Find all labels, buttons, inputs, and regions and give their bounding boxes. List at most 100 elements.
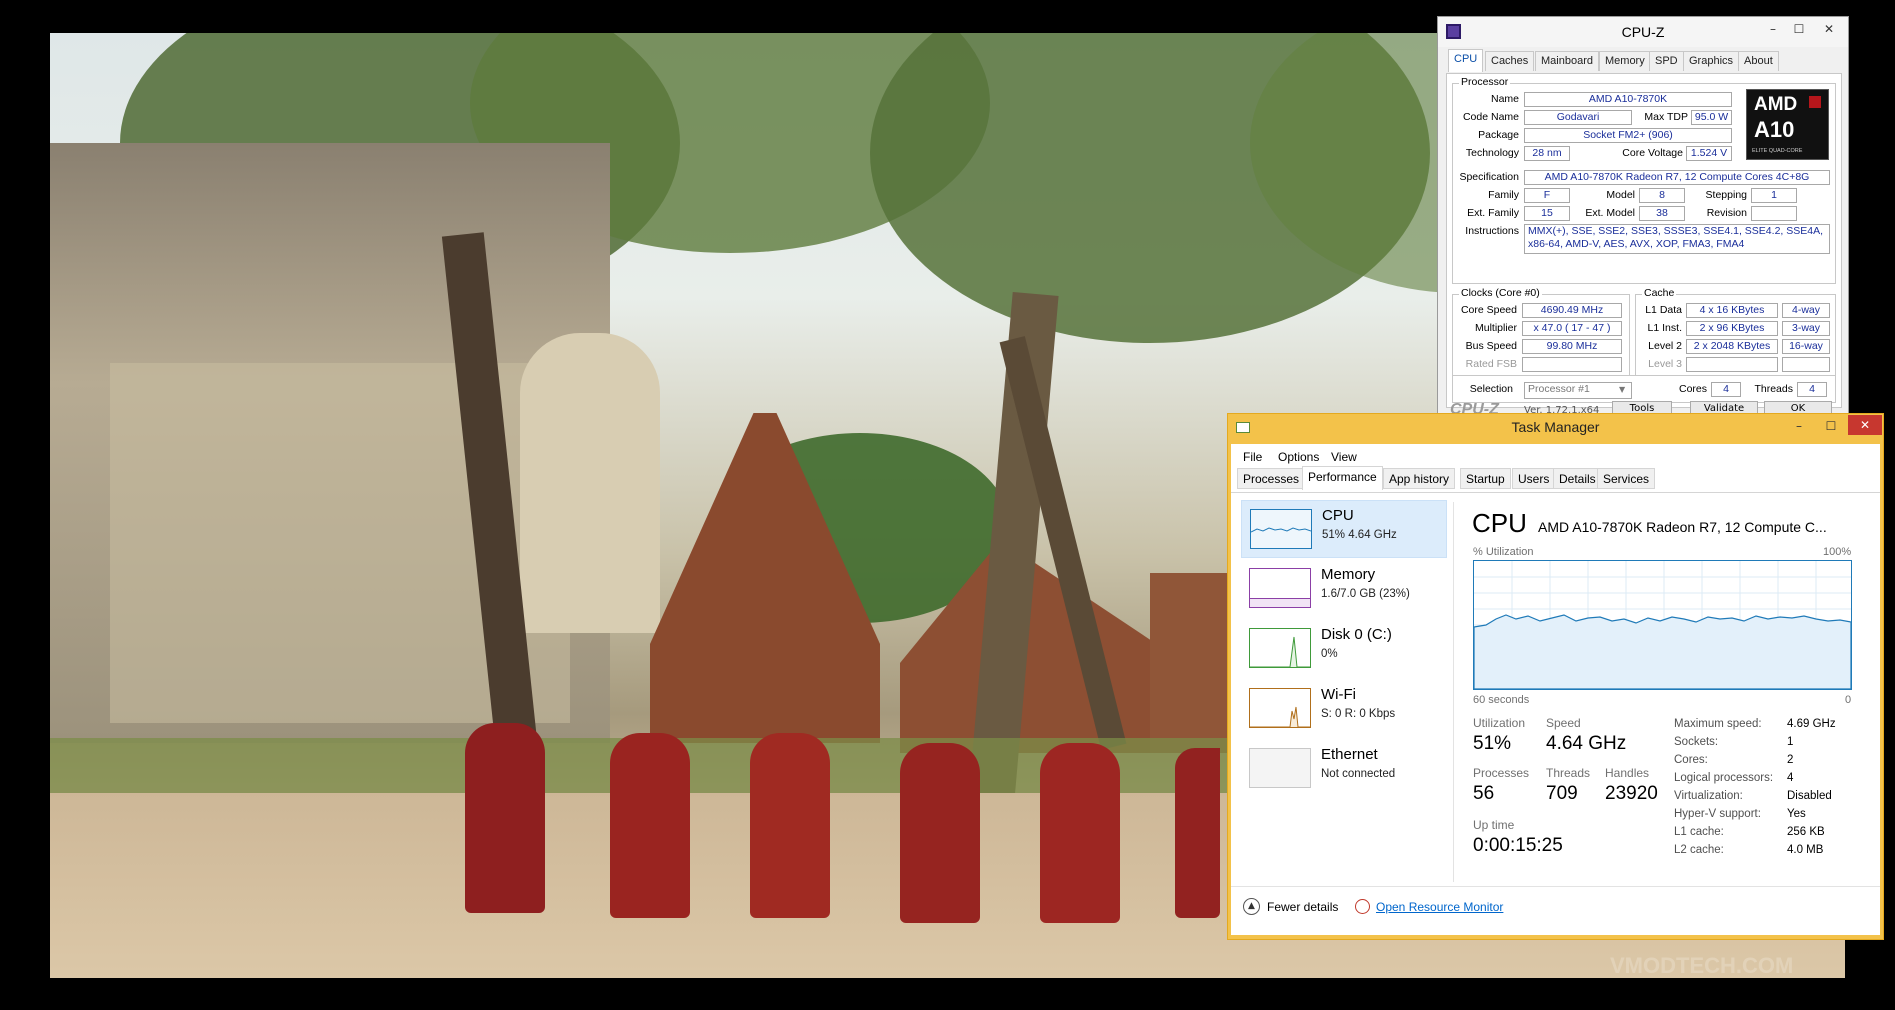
extmodel-value: 38: [1639, 206, 1685, 221]
codename-label: Code Name: [1462, 111, 1519, 123]
fewer-details-icon[interactable]: ▲: [1243, 898, 1260, 915]
corespeed-value: 4690.49 MHz: [1522, 303, 1622, 318]
tab-graphics[interactable]: Graphics: [1683, 51, 1740, 71]
cpu-sparkline: [1250, 527, 1312, 533]
instructions-label: Instructions: [1465, 225, 1519, 237]
busspeed-value: 99.80 MHz: [1522, 339, 1622, 354]
minimize-button[interactable]: –: [1784, 416, 1814, 436]
ratedfsb-label: Rated FSB: [1465, 358, 1517, 370]
memory-thumbnail: [1249, 568, 1311, 608]
minimize-button[interactable]: –: [1760, 19, 1786, 39]
logo-sub: ELITE QUAD-CORE: [1752, 148, 1803, 154]
sidebar-wifi-sub: S: 0 R: 0 Kbps: [1321, 708, 1396, 720]
spec-value-l2: 4.0 MB: [1787, 844, 1824, 856]
stepping-value: 1: [1751, 188, 1797, 203]
model-value: 8: [1639, 188, 1685, 203]
tab-mainboard[interactable]: Mainboard: [1535, 51, 1599, 71]
cores-value: 4: [1711, 382, 1741, 397]
extfamily-label: Ext. Family: [1467, 207, 1519, 219]
fewer-details-button[interactable]: Fewer details: [1267, 900, 1338, 914]
close-button[interactable]: ✕: [1848, 415, 1882, 435]
tab-about[interactable]: About: [1738, 51, 1779, 71]
busspeed-label: Bus Speed: [1465, 340, 1517, 352]
chevron-down-icon[interactable]: ▼: [1619, 385, 1625, 394]
tab-startup[interactable]: Startup: [1460, 468, 1511, 489]
name-value: AMD A10-7870K: [1524, 92, 1732, 107]
stepping-label: Stepping: [1705, 189, 1747, 201]
tm-titlebar[interactable]: Task Manager – ☐ ✕: [1228, 414, 1883, 442]
tab-app-history[interactable]: App history: [1383, 468, 1456, 489]
uptime-label: Up time: [1473, 818, 1515, 832]
uptime-value: 0:00:15:25: [1473, 835, 1563, 856]
multiplier-value: x 47.0 ( 17 - 47 ): [1522, 321, 1622, 336]
maximize-button[interactable]: ☐: [1786, 19, 1812, 39]
threads-value: 709: [1546, 783, 1578, 804]
revision-label: Revision: [1706, 207, 1747, 219]
ethernet-thumbnail: [1249, 748, 1311, 788]
sidebar-item-memory[interactable]: Memory 1.6/7.0 GB (23%): [1241, 560, 1447, 618]
model-label: Model: [1606, 189, 1635, 201]
spec-label-cores: Cores:: [1674, 754, 1708, 766]
tab-memory[interactable]: Memory: [1599, 51, 1651, 71]
tab-cpu[interactable]: CPU: [1448, 49, 1484, 72]
maxtdp-value: 95.0 W: [1691, 110, 1732, 125]
cache-group: Cache L1 Data 4 x 16 KBytes 4-way L1 Ins…: [1635, 287, 1836, 376]
sidebar-disk-name: Disk 0 (C:): [1321, 626, 1392, 643]
technology-label: Technology: [1465, 147, 1519, 159]
package-label: Package: [1478, 129, 1519, 141]
sidebar-item-wifi[interactable]: Wi-Fi S: 0 R: 0 Kbps: [1241, 680, 1447, 738]
l2-label: Level 2: [1648, 340, 1682, 352]
maxtdp-label: Max TDP: [1644, 111, 1688, 123]
maximize-button[interactable]: ☐: [1816, 416, 1846, 436]
tab-users[interactable]: Users: [1512, 468, 1556, 489]
menu-options[interactable]: Options: [1278, 450, 1319, 464]
sidebar-item-disk[interactable]: Disk 0 (C:) 0%: [1241, 620, 1447, 678]
family-value: F: [1524, 188, 1570, 203]
sidebar-cpu-name: CPU: [1322, 507, 1354, 524]
handles-label: Handles: [1605, 766, 1650, 780]
sidebar-cpu-sub: 51% 4.64 GHz: [1322, 529, 1397, 541]
l1inst-value: 2 x 96 KBytes: [1686, 321, 1778, 336]
spec-label-l2: L2 cache:: [1674, 844, 1724, 856]
handles-value: 23920: [1605, 783, 1658, 804]
l2-way: 16-way: [1782, 339, 1830, 354]
menu-file[interactable]: File: [1243, 450, 1262, 464]
tab-processes[interactable]: Processes: [1237, 468, 1306, 489]
cpuz-titlebar[interactable]: CPU-Z – ☐ ✕: [1438, 17, 1848, 47]
corevoltage-value: 1.524 V: [1686, 146, 1732, 161]
tab-spd[interactable]: SPD: [1649, 51, 1684, 71]
selection-group: Selection Processor #1 ▼ Cores 4 Threads…: [1452, 375, 1836, 403]
task-manager-window[interactable]: Task Manager – ☐ ✕ File Options View Pro…: [1227, 413, 1884, 940]
sidebar-wifi-name: Wi-Fi: [1321, 686, 1356, 703]
tab-details[interactable]: Details: [1553, 468, 1602, 489]
l3-way: [1782, 357, 1830, 372]
wifi-thumbnail: [1249, 688, 1311, 728]
name-label: Name: [1490, 93, 1519, 105]
logo-brand: AMD: [1754, 94, 1798, 115]
processor-group: Processor Name AMD A10-7870K Code Name G…: [1452, 76, 1836, 284]
cpu-model-name: AMD A10-7870K Radeon R7, 12 Compute C...: [1538, 519, 1827, 535]
spec-label-sockets: Sockets:: [1674, 736, 1719, 748]
close-button[interactable]: ✕: [1812, 19, 1846, 39]
l3-value: [1686, 357, 1778, 372]
disk-sparkline: [1250, 636, 1310, 668]
threads-label: Threads: [1546, 766, 1591, 780]
spec-label-hyperv: Hyper-V support:: [1674, 808, 1761, 820]
open-resource-monitor-link[interactable]: Open Resource Monitor: [1376, 900, 1503, 914]
sidebar-memory-sub: 1.6/7.0 GB (23%): [1321, 588, 1410, 600]
utilization-area: [1474, 614, 1851, 689]
sidebar-item-cpu[interactable]: CPU 51% 4.64 GHz: [1241, 500, 1447, 558]
threads-value: 4: [1797, 382, 1827, 397]
processor-select[interactable]: Processor #1: [1524, 382, 1632, 399]
cpuz-window[interactable]: CPU-Z – ☐ ✕ CPU Caches Mainboard Memory …: [1437, 16, 1849, 418]
tab-performance[interactable]: Performance: [1302, 466, 1383, 490]
tab-underline: [1231, 492, 1880, 493]
tab-services[interactable]: Services: [1597, 468, 1656, 489]
sidebar-item-ethernet[interactable]: Ethernet Not connected: [1241, 740, 1447, 798]
menu-view[interactable]: View: [1331, 450, 1357, 464]
l3-label: Level 3: [1648, 358, 1682, 370]
spec-value: AMD A10-7870K Radeon R7, 12 Compute Core…: [1524, 170, 1830, 185]
cpu-utilization-graph: [1473, 560, 1852, 690]
tab-caches[interactable]: Caches: [1485, 51, 1535, 71]
logo-arrow-icon: [1809, 96, 1821, 108]
